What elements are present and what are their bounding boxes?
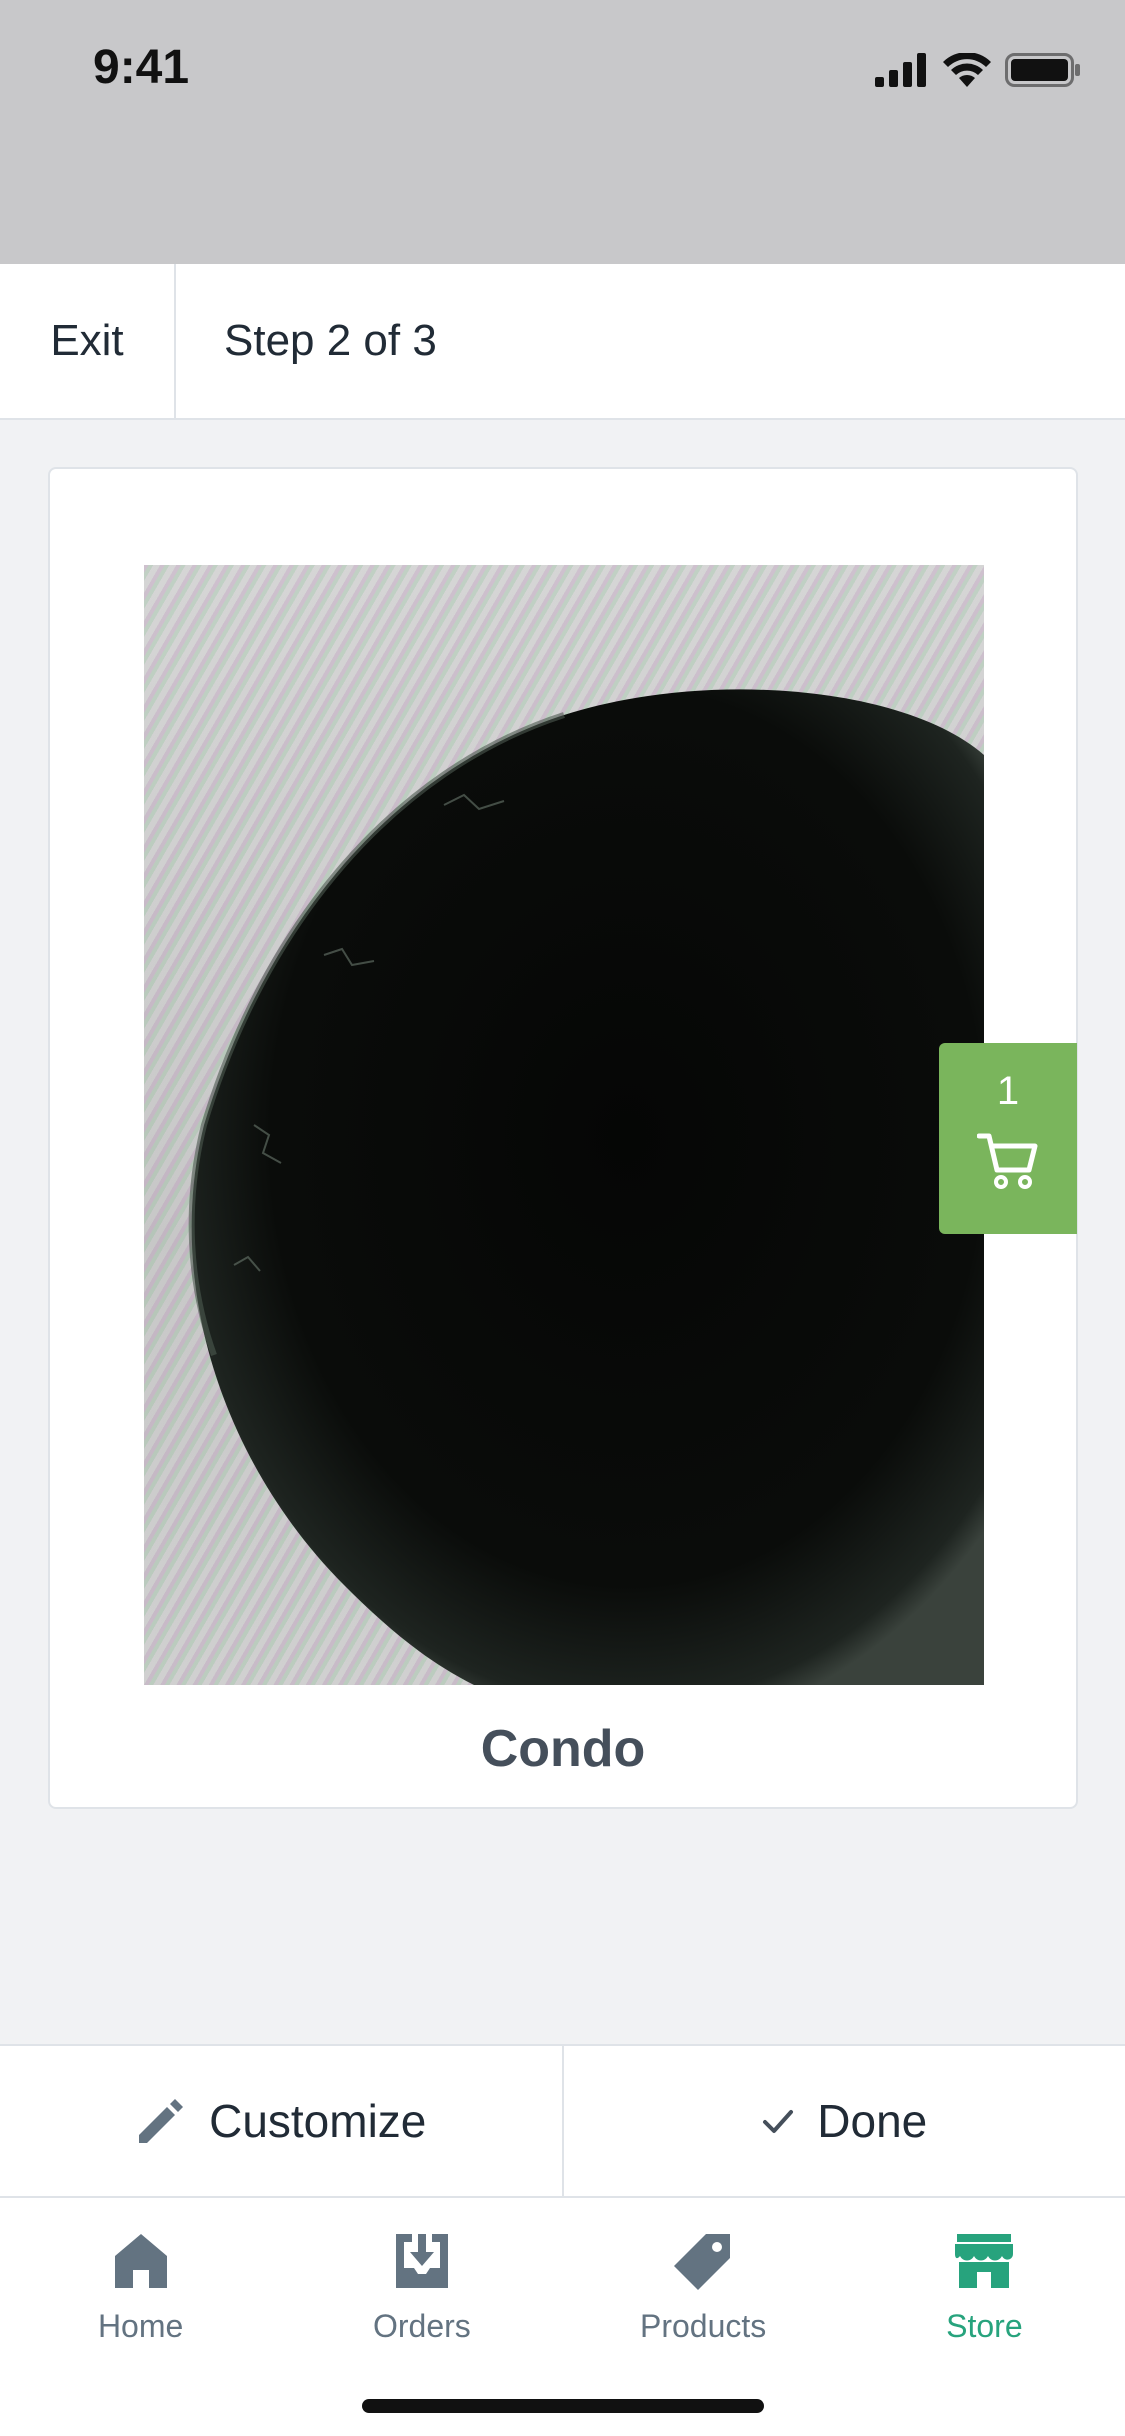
customize-label: Customize: [209, 2095, 427, 2147]
action-bar: Customize Done: [0, 2044, 1125, 2198]
product-photo-graphic: [144, 565, 984, 1685]
tab-products-label: Products: [639, 2308, 767, 2344]
store-icon: [955, 2234, 1014, 2288]
status-bar: 9:41: [0, 0, 1125, 264]
wifi-icon: [943, 53, 991, 87]
tab-orders-label: Orders: [372, 2308, 471, 2344]
cart-icon: [977, 1133, 1038, 1189]
done-button[interactable]: Done: [561, 2046, 1125, 2196]
product-title: Condo: [480, 1720, 646, 1778]
cart-count-badge: 1: [996, 1069, 1020, 1113]
pencil-icon: [139, 2099, 184, 2143]
home-icon: [114, 2234, 167, 2288]
battery-icon: [1005, 53, 1080, 87]
exit-button[interactable]: Exit: [0, 264, 176, 418]
product-image: [144, 565, 984, 1685]
status-icons: [875, 48, 1081, 92]
product-card[interactable]: Condo: [48, 467, 1078, 1809]
status-time: 9:41: [93, 41, 190, 94]
customize-button[interactable]: Customize: [0, 2046, 562, 2196]
step-header: Exit Step 2 of 3: [0, 264, 1125, 420]
step-indicator: Step 2 of 3: [224, 316, 437, 365]
done-label: Done: [817, 2095, 928, 2147]
cart-button[interactable]: 1: [939, 1043, 1077, 1234]
orders-icon: [395, 2234, 448, 2288]
tag-icon: [674, 2234, 731, 2290]
tab-store[interactable]: Store: [844, 2198, 1125, 2436]
signal-icon: [875, 53, 926, 87]
home-indicator: [362, 2399, 764, 2413]
tab-store-label: Store: [946, 2308, 1023, 2344]
tab-home-label: Home: [97, 2308, 184, 2344]
tab-home[interactable]: Home: [0, 2198, 281, 2436]
checkmark-icon: [763, 2110, 794, 2133]
